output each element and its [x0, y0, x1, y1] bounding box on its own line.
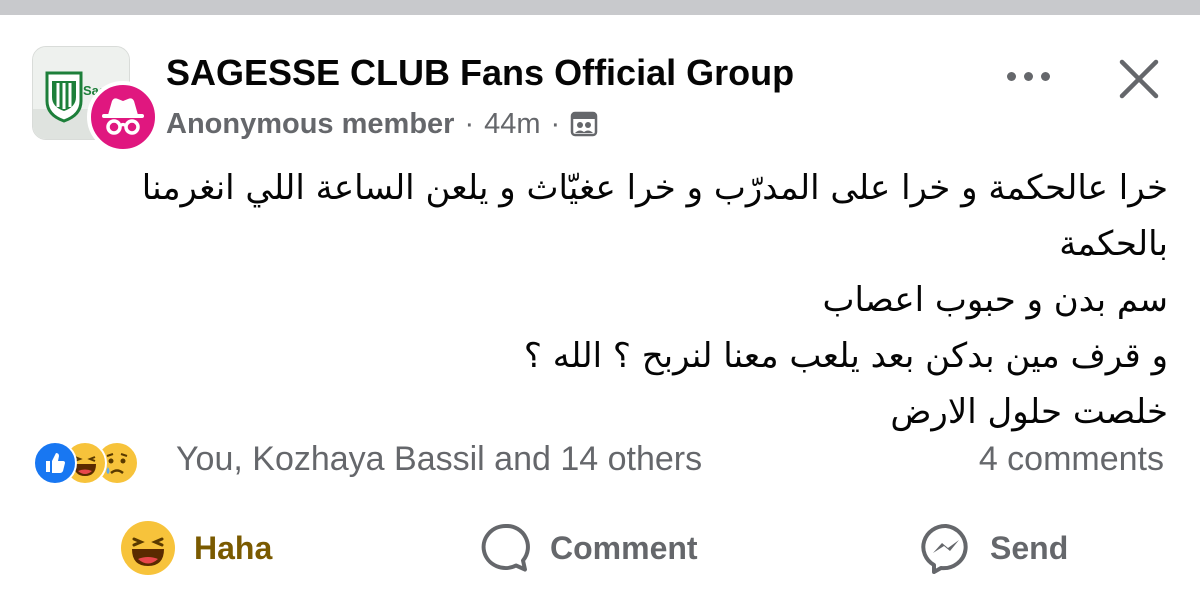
comment-button[interactable]: Comment — [480, 518, 698, 578]
send-button[interactable]: Send — [920, 518, 1068, 578]
reactions-summary[interactable]: You, Kozhaya Bassil and 14 others — [176, 440, 702, 479]
top-divider — [0, 0, 1200, 15]
post-line: سم بدن و حبوب اعصاب — [822, 280, 1168, 320]
post-line: خلصت حلول الارض — [890, 392, 1168, 432]
meta-separator: · — [464, 107, 475, 140]
reaction-icons[interactable] — [33, 441, 165, 485]
more-options-icon[interactable] — [996, 58, 1060, 94]
messenger-icon — [920, 522, 972, 574]
post-time[interactable]: 44m — [484, 108, 540, 141]
haha-label: Haha — [194, 529, 273, 566]
author-name[interactable]: Anonymous member — [166, 108, 454, 141]
send-label: Send — [990, 529, 1069, 566]
incognito-icon — [87, 81, 159, 153]
like-reaction-icon — [33, 441, 77, 485]
group-audience-icon — [570, 111, 598, 137]
comment-icon — [480, 522, 532, 574]
group-avatar[interactable]: Sag — [32, 46, 159, 153]
comment-label: Comment — [550, 529, 698, 566]
haha-react-button[interactable]: Haha — [120, 518, 272, 578]
close-icon[interactable] — [1112, 52, 1166, 106]
post-line: خرا عالحكمة و خرا على المدرّب و خرا عغيّ… — [141, 168, 1168, 264]
group-name-link[interactable]: SAGESSE CLUB Fans Official Group — [166, 52, 794, 94]
comments-count[interactable]: 4 comments — [979, 440, 1164, 479]
meta-separator: · — [550, 107, 561, 140]
haha-icon — [120, 520, 176, 576]
post-line: و قرف مين بدكن بعد يلعب معنا لنربح ؟ الل… — [523, 336, 1168, 376]
post-text: خرا عالحكمة و خرا على المدرّب و خرا عغيّ… — [40, 160, 1168, 440]
post-meta: Anonymous member · 44m · — [166, 106, 598, 142]
